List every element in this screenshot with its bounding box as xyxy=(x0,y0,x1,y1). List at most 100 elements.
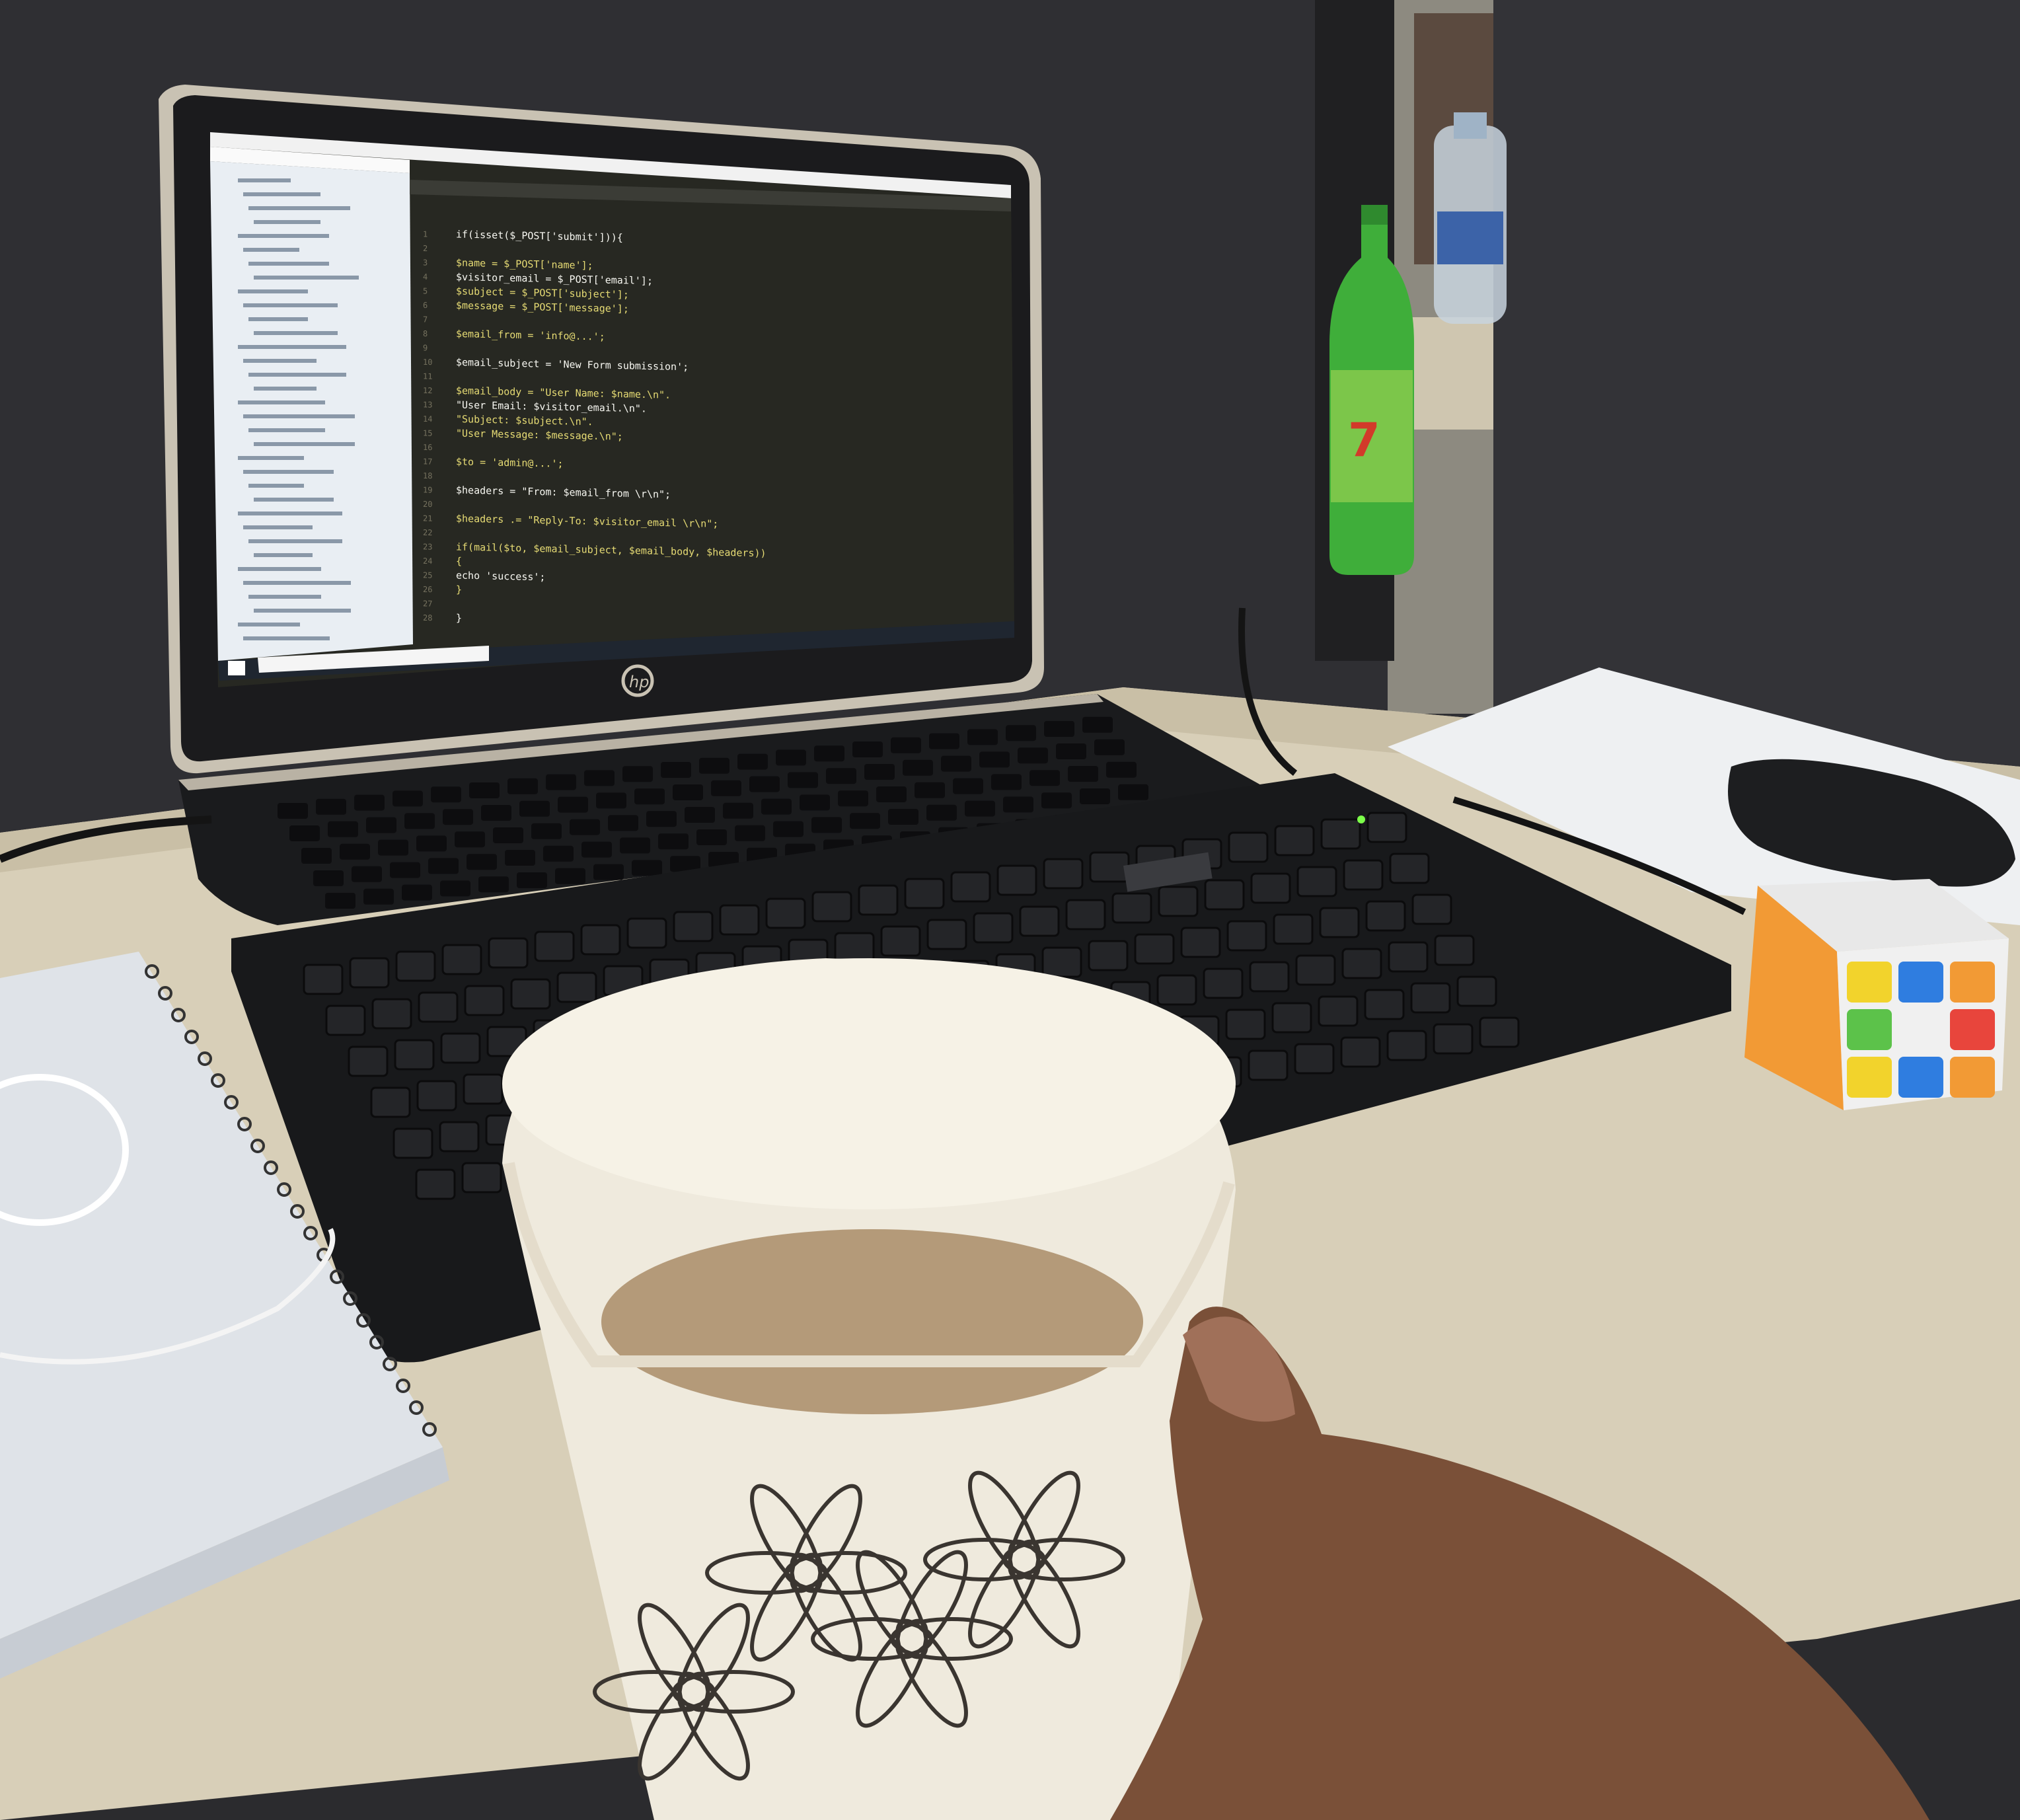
keyboard-key xyxy=(1065,899,1106,930)
keyboard-key xyxy=(1433,1023,1474,1055)
sidebar-tree-item xyxy=(238,623,300,626)
sidebar-tree-item xyxy=(254,442,355,446)
keyboard-key xyxy=(996,864,1037,896)
sidebar-tree-item xyxy=(248,539,342,543)
keyboard-key xyxy=(348,1045,389,1077)
laptop-key xyxy=(876,786,907,802)
laptop-key xyxy=(1106,761,1137,778)
cube-sticker xyxy=(1898,1009,1943,1050)
laptop-key xyxy=(1094,739,1125,755)
laptop-key xyxy=(402,884,432,901)
laptop-key xyxy=(622,766,653,782)
keyboard-key xyxy=(880,925,921,957)
sidebar-tree-item xyxy=(243,192,320,196)
code-line: $to = 'admin@...'; xyxy=(456,455,564,469)
line-number: 12 xyxy=(423,386,432,395)
sidebar-tree-item xyxy=(248,373,346,377)
sidebar-tree-item xyxy=(243,414,355,418)
keyboard-key xyxy=(904,878,945,909)
line-number: 23 xyxy=(423,542,432,551)
keyboard-key xyxy=(811,891,852,923)
laptop-key xyxy=(519,800,550,817)
laptop-key xyxy=(1018,747,1048,764)
laptop-key xyxy=(1003,796,1033,813)
line-number: 7 xyxy=(423,315,428,324)
keyboard-key xyxy=(1411,893,1452,925)
laptop-key xyxy=(608,815,638,831)
sidebar-tree-item xyxy=(238,234,329,238)
laptop-key xyxy=(1056,743,1086,759)
laptop-key xyxy=(776,749,806,766)
rubiks-cube xyxy=(1744,879,2009,1110)
laptop-key xyxy=(481,805,511,821)
keyboard-key xyxy=(488,937,529,969)
keyboard-key xyxy=(370,1086,411,1118)
line-number: 22 xyxy=(423,528,432,537)
laptop-key xyxy=(555,868,585,884)
laptop-key xyxy=(661,762,691,778)
sidebar-tree-item xyxy=(243,525,313,529)
cube-sticker xyxy=(1847,1009,1892,1050)
keyboard-key xyxy=(440,1032,481,1064)
keyboard-key xyxy=(1019,905,1060,937)
keyboard-key xyxy=(393,1127,433,1159)
laptop-key xyxy=(431,786,461,803)
keyboard-key xyxy=(534,930,575,962)
line-number: 25 xyxy=(423,570,432,580)
keyboard-key xyxy=(858,884,899,916)
sidebar-tree-item xyxy=(238,178,291,182)
laptop-key xyxy=(941,755,971,772)
laptop-key xyxy=(800,794,830,811)
laptop-key xyxy=(1068,766,1098,782)
laptop-key xyxy=(393,790,423,807)
keyboard-key xyxy=(439,1121,480,1153)
keyboard-key xyxy=(950,871,991,903)
laptop-key xyxy=(428,858,459,874)
laptop-key xyxy=(404,813,435,829)
laptop-key xyxy=(811,817,842,833)
keyboard-key xyxy=(1134,933,1175,965)
sidebar-tree-item xyxy=(243,581,351,585)
laptop-key xyxy=(888,809,918,825)
laptop-key xyxy=(1006,725,1036,741)
keyboard-key xyxy=(1365,900,1406,932)
laptop-key xyxy=(903,759,933,776)
keyboard-key xyxy=(1320,818,1361,850)
keyboard-key xyxy=(418,991,459,1023)
sidebar-tree-item xyxy=(243,359,317,363)
keyboard-key xyxy=(1228,831,1269,863)
laptop-key xyxy=(673,784,703,800)
laptop-key xyxy=(455,831,485,848)
laptop-key xyxy=(517,872,547,888)
laptop-key xyxy=(953,778,983,794)
laptop-key xyxy=(354,794,385,811)
keyboard-key xyxy=(1410,982,1451,1014)
cube-sticker xyxy=(1847,1057,1892,1098)
line-number: 11 xyxy=(423,371,432,381)
keyboard-key xyxy=(1296,866,1337,897)
line-number: 16 xyxy=(423,443,432,452)
laptop-key xyxy=(584,770,615,786)
laptop-key xyxy=(378,839,408,856)
svg-text:7: 7 xyxy=(1348,413,1380,467)
sidebar-tree-item xyxy=(238,289,308,293)
laptop-key xyxy=(761,798,792,815)
keyboard-key xyxy=(1158,886,1199,917)
laptop-key xyxy=(1044,721,1074,737)
keyboard-key xyxy=(1386,1030,1427,1061)
line-number: 19 xyxy=(423,485,432,494)
line-number: 5 xyxy=(423,286,428,295)
keyboard-key xyxy=(1366,812,1407,843)
sidebar-tree-item xyxy=(254,553,313,557)
laptop-key xyxy=(788,772,818,788)
sidebar-tree-item xyxy=(248,484,304,488)
sidebar-tree-item xyxy=(248,595,321,599)
line-number: 28 xyxy=(423,613,432,623)
code-line: } xyxy=(456,612,462,624)
keyboard-key xyxy=(1111,892,1152,924)
sidebar-tree-item xyxy=(254,276,359,280)
laptop-key xyxy=(366,817,396,833)
line-number: 4 xyxy=(423,272,428,282)
sidebar-tree-item xyxy=(243,303,338,307)
line-number: 10 xyxy=(423,358,432,367)
